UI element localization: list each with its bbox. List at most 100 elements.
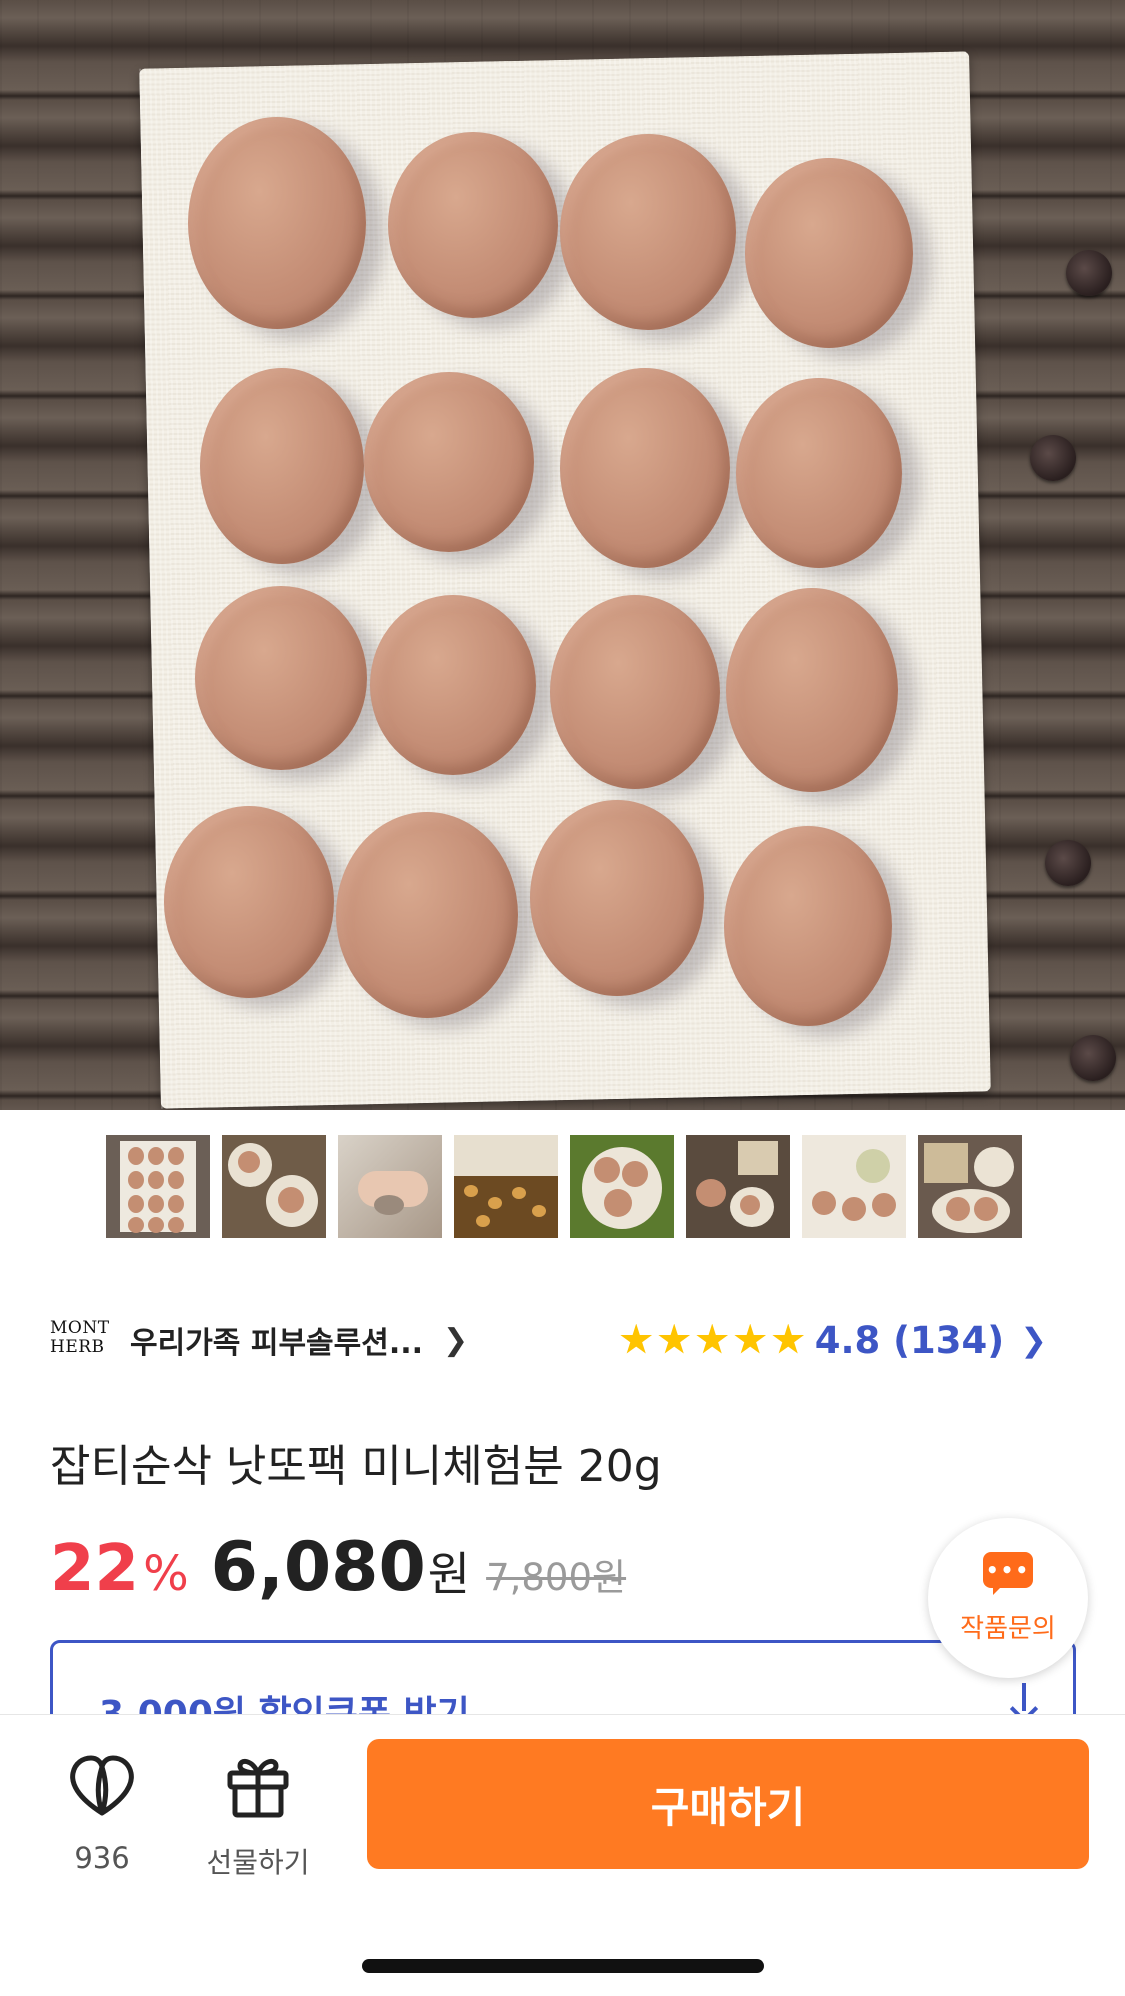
- thumbnail-soap-dot: [148, 1147, 164, 1165]
- sale-price: 6,080: [210, 1528, 426, 1607]
- rating-text: 4.8 (134): [814, 1318, 1005, 1362]
- deck-screw: [1030, 435, 1076, 481]
- rating-stars: [620, 1323, 805, 1357]
- thumbnail-bean: [464, 1185, 478, 1197]
- thumbnail-soap-dot: [594, 1157, 620, 1183]
- star-icon: [696, 1323, 729, 1354]
- thumbnail-bean: [532, 1205, 546, 1217]
- gift-button[interactable]: 선물하기: [198, 1753, 318, 1881]
- buy-button[interactable]: 구매하기: [367, 1739, 1089, 1869]
- thumbnail-box: [924, 1143, 968, 1183]
- seller-logo-line2: HERB: [50, 1337, 105, 1357]
- soap-bar: [560, 368, 730, 568]
- thumbnail-bean: [512, 1187, 526, 1199]
- original-price: 7,800원: [486, 1556, 627, 1599]
- soap-bar: [388, 132, 558, 318]
- thumbnail-7[interactable]: [802, 1135, 906, 1238]
- soap-bar: [736, 378, 902, 568]
- seller-logo-line1: MONT: [50, 1318, 110, 1338]
- soap-bar: [188, 117, 366, 329]
- home-indicator[interactable]: [362, 1959, 764, 1973]
- soap-bar: [164, 806, 334, 998]
- soap-bar: [726, 588, 898, 792]
- thumbnail-soap-dot: [238, 1151, 260, 1173]
- thumbnail-cup: [582, 1147, 662, 1229]
- seller-name-link[interactable]: 우리가족 피부솔루션...: [130, 1318, 423, 1362]
- heart-icon: [70, 1755, 134, 1816]
- thumbnail-6[interactable]: [686, 1135, 790, 1238]
- soap-bar: [724, 826, 892, 1026]
- thumbnail-soap-dot: [812, 1191, 836, 1215]
- thumbnail-soap-dot: [872, 1193, 896, 1217]
- thumbnail-8[interactable]: [918, 1135, 1022, 1238]
- star-icon: [658, 1323, 691, 1354]
- thumbnail-soap-dot: [148, 1217, 164, 1233]
- thumbnail-soap-dot: [128, 1217, 144, 1233]
- seller-rating-row: MONT HERB 우리가족 피부솔루션... ❯ 4.8 (134) ❯: [50, 1316, 1075, 1364]
- seller-logo[interactable]: MONT HERB: [50, 1319, 116, 1361]
- thumbnail-soap-dot: [622, 1161, 648, 1187]
- soap-bar: [370, 595, 536, 775]
- thumbnail-bean: [476, 1215, 490, 1227]
- thumbnail-soap-dot: [128, 1195, 144, 1213]
- price-currency: 원: [427, 1547, 471, 1601]
- soap-bar: [745, 158, 913, 348]
- chat-bubble-icon: •••: [983, 1551, 1033, 1596]
- like-button[interactable]: 936: [62, 1753, 142, 1875]
- chevron-right-icon: ❯: [1020, 1321, 1047, 1359]
- deck-screw: [1070, 1035, 1116, 1081]
- gift-label: 선물하기: [206, 1846, 310, 1879]
- thumbnail-cup: [932, 1189, 1010, 1233]
- thumbnail-cup: [974, 1147, 1014, 1187]
- discount-rate: 22: [50, 1532, 140, 1606]
- soap-bar: [530, 800, 704, 996]
- soap-bar: [364, 372, 534, 552]
- soap-bar: [336, 812, 518, 1018]
- thumbnail-soap-dot: [696, 1179, 726, 1207]
- product-title: 잡티순삭 낫또팩 미니체험분 20g: [50, 1441, 662, 1492]
- soap-bar: [560, 134, 736, 330]
- thumbnail-soap-dot: [168, 1171, 184, 1189]
- thumbnail-4[interactable]: [454, 1135, 558, 1238]
- deck-screw: [1066, 250, 1112, 296]
- soap-bar: [195, 586, 367, 770]
- inquiry-button[interactable]: ••• 작품문의: [928, 1518, 1088, 1678]
- thumbnail-soap-dot: [128, 1171, 144, 1189]
- thumbnail-soap-dot: [974, 1197, 998, 1221]
- thumbnail-1[interactable]: [106, 1135, 210, 1238]
- thumbnail-soap-dot: [374, 1195, 404, 1215]
- thumbnail-soap-dot: [148, 1171, 164, 1189]
- like-count: 936: [74, 1841, 130, 1875]
- thumbnail-sponge: [856, 1149, 890, 1183]
- thumbnail-soap-dot: [842, 1197, 866, 1221]
- rating-link[interactable]: 4.8 (134) ❯: [620, 1316, 1047, 1364]
- inquiry-label: 작품문의: [960, 1613, 1056, 1644]
- chevron-right-icon[interactable]: ❯: [443, 1323, 468, 1358]
- thumbnail-soap-dot: [278, 1187, 304, 1213]
- thumbnail-strip: [106, 1135, 1022, 1238]
- thumbnail-soap-dot: [168, 1147, 184, 1165]
- star-icon: [620, 1323, 653, 1354]
- thumbnail-soap-dot: [946, 1197, 970, 1221]
- bottom-action-bar: 936 선물하기 구매하기: [0, 1714, 1125, 1996]
- price-row: 22 % 6,080 원 7,800원: [50, 1528, 626, 1607]
- gift-icon: [227, 1758, 289, 1818]
- soap-bar: [200, 368, 364, 564]
- thumbnail-3[interactable]: [338, 1135, 442, 1238]
- star-icon: [772, 1323, 805, 1354]
- thumbnail-bean: [488, 1197, 502, 1209]
- thumbnail-soap-dot: [740, 1195, 760, 1215]
- thumbnail-soap-dot: [168, 1217, 184, 1233]
- star-icon: [734, 1323, 767, 1354]
- discount-percent-sign: %: [143, 1546, 189, 1602]
- thumbnail-soap-dot: [168, 1195, 184, 1213]
- thumbnail-box: [738, 1141, 778, 1175]
- thumbnail-soap-dot: [604, 1189, 632, 1217]
- product-main-image[interactable]: [0, 0, 1125, 1110]
- deck-screw: [1045, 840, 1091, 886]
- thumbnail-5[interactable]: [570, 1135, 674, 1238]
- thumbnail-soap-dot: [148, 1195, 164, 1213]
- thumbnail-soap-dot: [128, 1147, 144, 1165]
- thumbnail-2[interactable]: [222, 1135, 326, 1238]
- soap-bar: [550, 595, 720, 789]
